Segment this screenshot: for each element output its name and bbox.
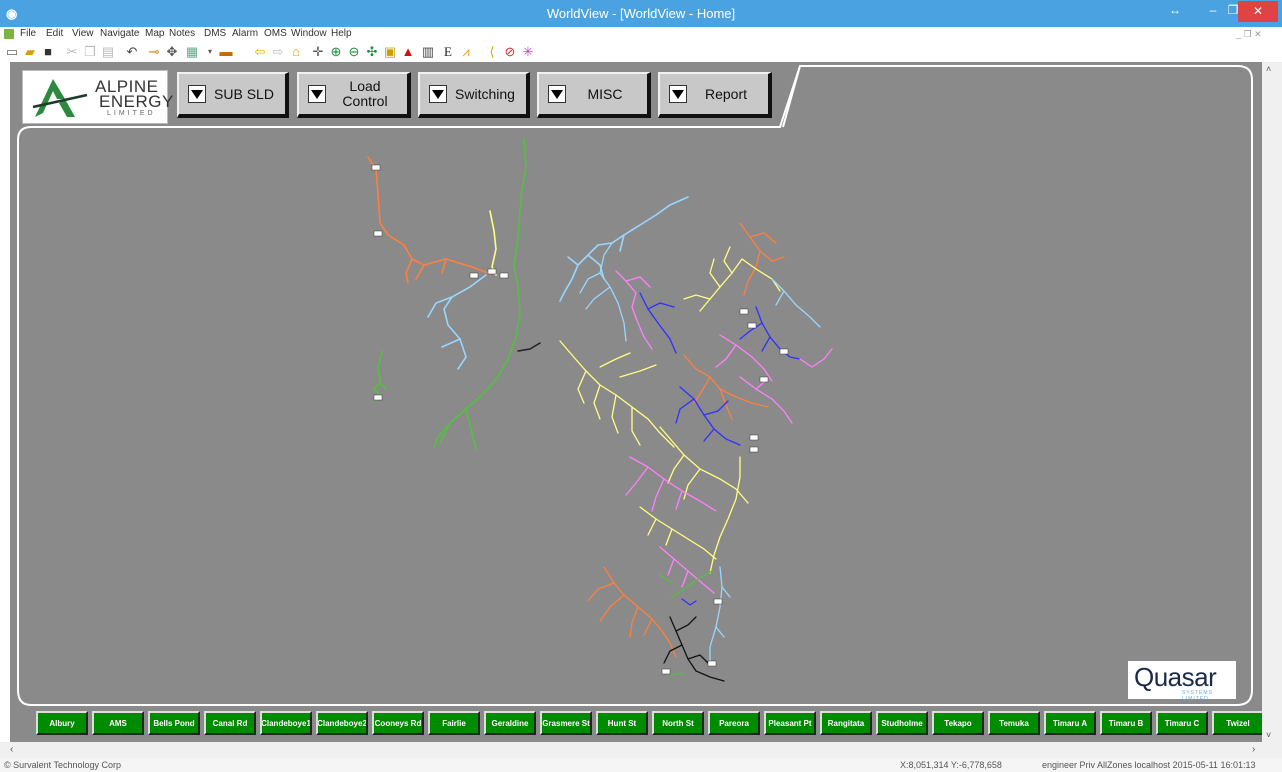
feeder-cluster-main[interactable]	[559, 222, 833, 682]
scroll-down-icon[interactable]: ˅	[1266, 730, 1271, 740]
substation-button-canal-rd[interactable]: Canal Rd	[204, 711, 256, 735]
substation-button-clandeboye1[interactable]: Clandeboye1	[260, 711, 312, 735]
substation-button-tekapo[interactable]: Tekapo	[932, 711, 984, 735]
vertical-scrollbar[interactable]: ˄ ˅	[1262, 62, 1282, 742]
feeder-green-long[interactable]	[433, 138, 527, 450]
load-control-label: Load Control	[342, 78, 388, 109]
dropdown-arrow-icon	[429, 85, 447, 103]
substation-button-hunt-st[interactable]: Hunt St	[596, 711, 648, 735]
substation-button-pleasant-pt[interactable]: Pleasant Pt	[764, 711, 816, 735]
substation-button-temuka[interactable]: Temuka	[988, 711, 1040, 735]
substation-button-albury[interactable]: Albury	[36, 711, 88, 735]
substation-button-ams[interactable]: AMS	[92, 711, 144, 735]
network-map[interactable]	[20, 127, 1250, 707]
quasar-logo-name: Quasar	[1134, 662, 1217, 692]
substation-button-north-st[interactable]: North St	[652, 711, 704, 735]
dropdown-arrow-icon	[548, 85, 566, 103]
scroll-right-icon[interactable]: ›	[1252, 744, 1255, 755]
sub-sld-button[interactable]: SUB SLD	[177, 72, 289, 118]
substation-button-studholme[interactable]: Studholme	[876, 711, 928, 735]
scroll-up-icon[interactable]: ˄	[1266, 64, 1271, 74]
sub-sld-label: SUB SLD	[214, 85, 274, 102]
substation-button-geraldine[interactable]: Geraldine	[484, 711, 536, 735]
substation-button-timaru-c[interactable]: Timaru C	[1156, 711, 1208, 735]
status-bar: © Survalent Technology Corp X:8,051,314 …	[0, 758, 1282, 772]
logo-line-2: ENERGY	[99, 92, 174, 111]
status-session: engineer Priv AllZones localhost 2015-05…	[1042, 760, 1256, 770]
substation-button-rangitata[interactable]: Rangitata	[820, 711, 872, 735]
load-control-button[interactable]: Load Control	[297, 72, 411, 118]
substation-button-timaru-b[interactable]: Timaru B	[1100, 711, 1152, 735]
substation-button-clandeboye2[interactable]: Clandeboye2	[316, 711, 368, 735]
map-node-markers[interactable]	[371, 164, 789, 675]
switching-button[interactable]: Switching	[418, 72, 530, 118]
feeder-orange-north[interactable]	[367, 156, 489, 284]
quasar-logo: Quasar SYSTEMS LIMITED	[1128, 661, 1236, 702]
substation-button-timaru-a[interactable]: Timaru A	[1044, 711, 1096, 735]
substation-button-fairlie[interactable]: Fairlie	[428, 711, 480, 735]
dropdown-arrow-icon	[308, 85, 326, 103]
alpine-logo-icon	[32, 79, 88, 117]
status-coordinates: X:8,051,314 Y:-6,778,658	[900, 760, 1002, 770]
alpine-energy-logo: ALPINE ENERGY LIMITED	[22, 70, 173, 124]
feeder-yellow-north[interactable]	[489, 210, 497, 276]
feeder-lightblue-north[interactable]	[427, 274, 487, 370]
substation-button-twizel[interactable]: Twizel	[1212, 711, 1264, 735]
feeder-lightblue-east[interactable]	[559, 196, 689, 302]
report-label: Report	[704, 85, 748, 102]
substation-button-cooneys-rd[interactable]: Cooneys Rd	[372, 711, 424, 735]
status-copyright: © Survalent Technology Corp	[4, 760, 122, 770]
feeder-dark-link[interactable]	[517, 342, 541, 352]
scroll-left-icon[interactable]: ‹	[10, 744, 13, 755]
dropdown-arrow-icon	[669, 85, 687, 103]
horizontal-scrollbar[interactable]: ‹ ›	[0, 742, 1282, 758]
logo-line-3: LIMITED	[107, 110, 156, 117]
quasar-logo-sub: SYSTEMS LIMITED	[1182, 690, 1213, 702]
substation-button-grasmere-st[interactable]: Grasmere St	[540, 711, 592, 735]
substation-button-bells-pond[interactable]: Bells Pond	[148, 711, 200, 735]
report-button[interactable]: Report	[658, 72, 772, 118]
substation-button-pareora[interactable]: Pareora	[708, 711, 760, 735]
misc-label: MISC	[587, 85, 623, 102]
misc-button[interactable]: MISC	[537, 72, 651, 118]
feeder-green-west[interactable]	[372, 350, 387, 402]
switching-label: Switching	[455, 85, 515, 102]
dropdown-arrow-icon	[188, 85, 206, 103]
